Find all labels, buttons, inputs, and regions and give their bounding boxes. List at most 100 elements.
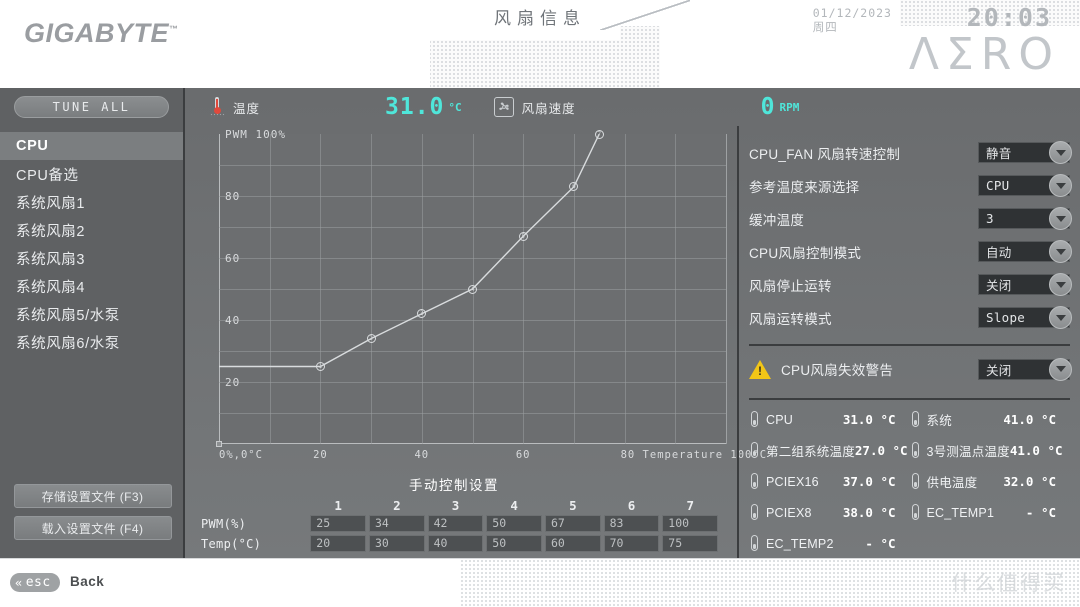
temp-input-5[interactable]: 60 <box>544 535 601 552</box>
fan-speed-unit: RPM <box>779 100 800 114</box>
sensor-item-ec-temp1: EC_TEMP1 - °C <box>910 497 1071 528</box>
fan-speed-control-dropdown[interactable]: 静音 <box>978 141 1072 164</box>
pwm-input-7[interactable]: 100 <box>662 515 718 532</box>
setting-row-fan-run-mode: 风扇运转模式 Slope <box>749 301 1072 334</box>
temperature-value: 31.0 <box>385 94 445 120</box>
panel-divider <box>749 398 1070 400</box>
temperature-readout: 温度 <box>210 96 260 118</box>
chevron-down-icon[interactable] <box>1049 306 1072 329</box>
fan-run-mode-dropdown[interactable]: Slope <box>978 306 1072 329</box>
setting-label: 风扇运转模式 <box>749 311 832 327</box>
temperature-unit: °C <box>448 100 462 114</box>
chart-point-handle-1[interactable]: 1 <box>315 362 325 371</box>
pwm-input-1[interactable]: 25 <box>310 515 366 532</box>
fan-fail-warning-row: ! CPU风扇失效警告 关闭 <box>749 350 1072 388</box>
setting-row-temp-source: 参考温度来源选择 CPU <box>749 169 1072 202</box>
sidebar-item-sys-fan-1[interactable]: 系统风扇1 <box>0 188 183 216</box>
chevron-left-icon: « <box>15 575 23 590</box>
chevron-down-icon[interactable] <box>1049 240 1072 263</box>
chart-point-handle-4[interactable]: 4 <box>468 284 477 294</box>
save-profile-button[interactable]: 存储设置文件 (F3) <box>13 484 172 508</box>
chevron-down-icon[interactable] <box>1049 141 1072 164</box>
temp-input-2[interactable]: 30 <box>368 535 425 552</box>
temp-input-6[interactable]: 70 <box>603 535 660 552</box>
sidebar-item-sys-fan-5-pump[interactable]: 系统风扇5/水泵 <box>0 300 183 328</box>
fan-fail-warning-dropdown[interactable]: 关闭 <box>978 357 1072 381</box>
chart-y-label-top: PWM 100% <box>225 128 286 141</box>
sensor-value: 32.0 °C <box>1003 474 1056 489</box>
panel-divider <box>749 344 1070 346</box>
temp-source-dropdown[interactable]: CPU <box>978 174 1072 197</box>
buffer-temp-dropdown[interactable]: 3 <box>978 207 1072 230</box>
setting-row-fan-control-mode: CPU风扇控制模式 自动 <box>749 235 1072 268</box>
sensor-name: PCIEX16 <box>766 474 819 489</box>
fan-icon <box>493 97 514 117</box>
chevron-down-icon[interactable] <box>1049 207 1072 230</box>
sidebar-item-sys-fan-4[interactable]: 系统风扇4 <box>0 272 183 300</box>
sidebar-item-sys-fan-3[interactable]: 系统风扇3 <box>0 244 183 272</box>
pwm-input-2[interactable]: 34 <box>368 515 425 532</box>
chart-x-tick-label: 40 <box>414 449 430 461</box>
sensor-name: PCIEX8 <box>766 505 812 520</box>
thermometer-small-icon <box>910 442 921 459</box>
tune-all-button[interactable]: TUNE ALL <box>14 96 169 118</box>
setting-label: 风扇停止运转 <box>749 278 832 294</box>
table-row: PWM(%) 25 34 42 50 67 83 100 <box>201 515 721 532</box>
warning-label: CPU风扇失效警告 <box>781 363 894 378</box>
pwm-input-4[interactable]: 50 <box>486 515 542 532</box>
sensor-value: - °C <box>1025 505 1056 520</box>
dropdown-value: 静音 <box>986 146 1012 161</box>
fan-speed-label: 风扇速度 <box>521 101 576 116</box>
sidebar-buttons: 存储设置文件 (F3) 载入设置文件 (F4) <box>0 484 185 548</box>
column-header-4: 4 <box>510 497 518 513</box>
pwm-input-3[interactable]: 42 <box>427 515 484 532</box>
sensor-name: 系统 <box>926 414 952 428</box>
fan-speed-value-group: 0 RPM <box>761 94 800 120</box>
manual-settings-table: 1 2 3 4 5 6 7 PWM(%) 25 34 42 50 67 83 1… <box>201 498 721 555</box>
fan-control-mode-dropdown[interactable]: 自动 <box>978 240 1072 263</box>
setting-label: 参考温度来源选择 <box>749 179 860 195</box>
esc-key-label: esc <box>25 575 51 590</box>
esc-key-button[interactable]: « esc <box>10 573 60 592</box>
warning-label-group: ! CPU风扇失效警告 <box>749 359 893 379</box>
thermometer-small-icon <box>910 473 921 490</box>
sidebar-item-cpu[interactable]: CPU <box>0 132 183 160</box>
thermometer-icon <box>210 96 225 118</box>
chart-point-handle-5[interactable]: 5 <box>518 231 528 241</box>
header-weekday: 周四 <box>812 20 838 34</box>
chevron-down-icon[interactable] <box>1049 174 1072 197</box>
sensor-name: EC_TEMP2 <box>766 536 834 551</box>
temp-input-3[interactable]: 40 <box>427 535 484 552</box>
sidebar-item-sys-fan-2[interactable]: 系统风扇2 <box>0 216 183 244</box>
setting-row-buffer-temp: 缓冲温度 3 <box>749 202 1072 235</box>
sensor-readings-list: CPU 31.0 °C 系统 41.0 °C 第二组系统温度 27.0 °C 3… <box>749 404 1070 559</box>
load-profile-button[interactable]: 载入设置文件 (F4) <box>13 516 172 540</box>
chart-y-tick-80: 80 <box>225 190 241 203</box>
chevron-down-icon[interactable] <box>1049 357 1072 381</box>
setting-row-fan-stop: 风扇停止运转 关闭 <box>749 268 1072 301</box>
temp-input-1[interactable]: 20 <box>310 535 366 552</box>
chart-point-handle-2[interactable]: 2 <box>366 334 376 344</box>
chevron-down-icon[interactable] <box>1049 273 1072 296</box>
pwm-input-5[interactable]: 67 <box>544 515 601 532</box>
footer-bar: « esc Back 什么值得买 <box>0 558 1080 607</box>
temperature-label: 温度 <box>233 101 261 116</box>
fan-stop-dropdown[interactable]: 关闭 <box>978 273 1072 296</box>
settings-panel: CPU_FAN 风扇转速控制 静音 参考温度来源选择 CPU 缓冲温度 3 CP… <box>737 126 1080 558</box>
sidebar-item-sys-fan-6-pump[interactable]: 系统风扇6/水泵 <box>0 328 183 356</box>
fan-curve-chart[interactable]: 1 2 3 4 5 6 7 0%,0°C 20 40 60 80 Temperature 100°C … <box>201 126 766 471</box>
pwm-input-6[interactable]: 83 <box>603 515 660 532</box>
temperature-value-group: 31.0 °C <box>385 94 462 120</box>
chart-plot-area[interactable]: 1 2 3 4 5 6 7 0%,0°C 20 40 60 80 Temperature 100°C <box>216 129 766 461</box>
sensor-name: 第二组系统温度 <box>766 445 855 459</box>
warning-triangle-icon: ! <box>749 359 771 379</box>
temp-input-4[interactable]: 50 <box>486 535 542 552</box>
table-header-row: 1 2 3 4 5 6 7 <box>201 497 721 513</box>
sensor-item-pciex8: PCIEX8 38.0 °C <box>749 497 910 528</box>
chart-point-handle-7[interactable]: 7 <box>594 129 604 139</box>
sidebar-item-cpu-alt[interactable]: CPU备选 <box>0 160 183 188</box>
dropdown-value: 自动 <box>986 245 1012 260</box>
setting-label: 缓冲温度 <box>749 212 805 228</box>
thermometer-small-icon <box>749 411 760 428</box>
temp-input-7[interactable]: 75 <box>662 535 718 552</box>
